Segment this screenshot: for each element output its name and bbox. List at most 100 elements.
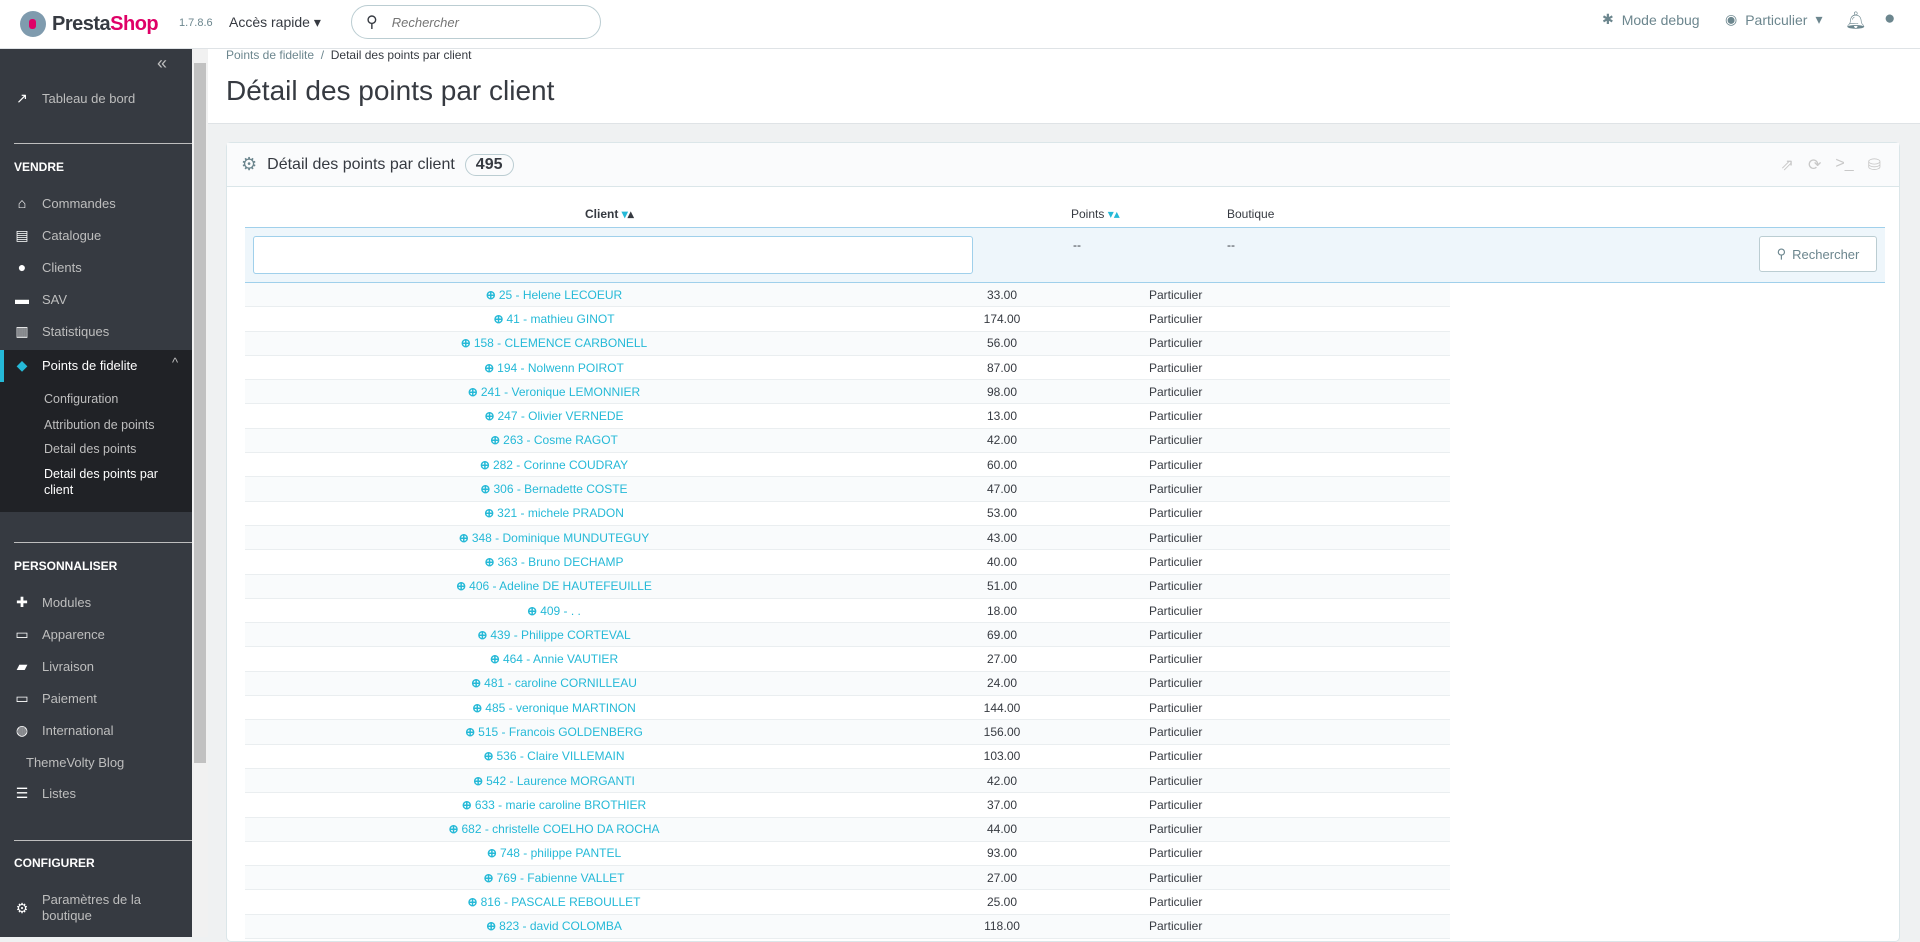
- client-cell[interactable]: ⊕ 769 - Fabienne VALLET: [245, 871, 863, 885]
- client-cell[interactable]: ⊕ 682 - christelle COELHO DA ROCHA: [245, 822, 863, 836]
- chevron-up-icon[interactable]: ^: [172, 355, 178, 370]
- sidebar-item-payment[interactable]: ▭ Paiement: [14, 688, 97, 708]
- client-link[interactable]: 241 - Veronique LEMONNIER: [481, 385, 640, 399]
- quick-access-dropdown[interactable]: Accès rapide ▾: [229, 14, 321, 31]
- sort-asc-icon[interactable]: ▴: [1114, 207, 1120, 221]
- client-cell[interactable]: ⊕ 363 - Bruno DECHAMP: [245, 555, 863, 569]
- sidebar-item-modules[interactable]: ✚ Modules: [14, 592, 91, 612]
- client-link[interactable]: 633 - marie caroline BROTHIER: [475, 798, 646, 812]
- client-link[interactable]: 464 - Annie VAUTIER: [503, 652, 618, 666]
- sidebar-item-shop-parameters[interactable]: ⚙ Paramètres de la boutique: [14, 891, 152, 925]
- client-cell[interactable]: ⊕ 515 - Francois GOLDENBERG: [245, 725, 863, 739]
- client-link[interactable]: 682 - christelle COELHO DA ROCHA: [462, 822, 660, 836]
- client-link[interactable]: 41 - mathieu GINOT: [507, 312, 615, 326]
- client-link[interactable]: 348 - Dominique MUNDUTEGUY: [472, 531, 649, 545]
- client-cell[interactable]: ⊕ 823 - david COLOMBA: [245, 919, 863, 933]
- sidebar-item-orders[interactable]: ⌂ Commandes: [14, 193, 116, 213]
- client-cell[interactable]: ⊕ 41 - mathieu GINOT: [245, 312, 863, 326]
- database-icon[interactable]: ⛁: [1868, 155, 1881, 175]
- client-cell[interactable]: ⊕ 194 - Nolwenn POIROT: [245, 361, 863, 375]
- client-cell[interactable]: ⊕ 282 - Corinne COUDRAY: [245, 458, 863, 472]
- sidebar-item-appearance[interactable]: ▭ Apparence: [14, 624, 105, 644]
- export-icon[interactable]: ⇗: [1781, 155, 1794, 175]
- client-link[interactable]: 748 - philippe PANTEL: [500, 846, 621, 860]
- client-cell[interactable]: ⊕ 816 - PASCALE REBOULLET: [245, 895, 863, 909]
- client-cell[interactable]: ⊕ 25 - Helene LECOEUR: [245, 288, 863, 302]
- submenu-detail-points-client[interactable]: Detail des points par client: [44, 466, 174, 498]
- sidebar-item-themevolty-blog[interactable]: ThemeVolty Blog: [26, 752, 124, 772]
- client-link[interactable]: 263 - Cosme RAGOT: [503, 433, 618, 447]
- client-filter-input[interactable]: [253, 236, 973, 274]
- client-link[interactable]: 306 - Bernadette COSTE: [493, 482, 627, 496]
- sidebar-item-customers[interactable]: ● Clients: [14, 257, 82, 277]
- sidebar-item-stats[interactable]: ▥ Statistiques: [14, 321, 109, 341]
- client-link[interactable]: 515 - Francois GOLDENBERG: [478, 725, 643, 739]
- client-cell[interactable]: ⊕ 241 - Veronique LEMONNIER: [245, 385, 863, 399]
- client-link[interactable]: 194 - Nolwenn POIROT: [497, 361, 624, 375]
- sidebar-item-international[interactable]: ◍ International: [14, 720, 114, 740]
- refresh-icon[interactable]: ⟳: [1808, 155, 1821, 175]
- client-cell[interactable]: ⊕ 406 - Adeline DE HAUTEFEUILLE: [245, 579, 863, 593]
- client-cell[interactable]: ⊕ 306 - Bernadette COSTE: [245, 482, 863, 496]
- prestashop-logo[interactable]: PrestaShop: [20, 11, 159, 37]
- client-link[interactable]: 25 - Helene LECOEUR: [499, 288, 622, 302]
- submenu-detail-points[interactable]: Detail des points: [44, 442, 136, 456]
- divider: [14, 542, 192, 543]
- sidebar-item-lists[interactable]: ☰ Listes: [14, 783, 76, 803]
- sidebar-scrollbar[interactable]: [192, 49, 208, 937]
- column-label: Client: [585, 207, 619, 221]
- search-button[interactable]: ⚲ Rechercher: [1759, 236, 1877, 272]
- client-link[interactable]: 542 - Laurence MORGANTI: [486, 774, 635, 788]
- client-cell[interactable]: ⊕ 321 - michele PRADON: [245, 506, 863, 520]
- client-cell[interactable]: ⊕ 158 - CLEMENCE CARBONELL: [245, 336, 863, 350]
- breadcrumb-parent[interactable]: Points de fidelite: [226, 48, 314, 62]
- client-link[interactable]: 282 - Corinne COUDRAY: [493, 458, 628, 472]
- client-cell[interactable]: ⊕ 247 - Olivier VERNEDE: [245, 409, 863, 423]
- client-cell[interactable]: ⊕ 485 - veronique MARTINON: [245, 701, 863, 715]
- submenu-configuration[interactable]: Configuration: [44, 392, 118, 406]
- submenu-attribution[interactable]: Attribution de points: [44, 418, 155, 432]
- client-link[interactable]: 439 - Philippe CORTEVAL: [490, 628, 630, 642]
- client-link[interactable]: 363 - Bruno DECHAMP: [498, 555, 624, 569]
- shop-selector[interactable]: ◉ Particulier ▾: [1725, 11, 1823, 28]
- sidebar-item-dashboard[interactable]: ↗ Tableau de bord: [14, 88, 135, 108]
- sidebar-item-catalog[interactable]: ▤ Catalogue: [14, 225, 101, 245]
- client-link[interactable]: 816 - PASCALE REBOULLET: [481, 895, 641, 909]
- account-button[interactable]: ●: [1884, 8, 1895, 30]
- client-link[interactable]: 536 - Claire VILLEMAIN: [497, 749, 625, 763]
- client-link[interactable]: 321 - michele PRADON: [497, 506, 624, 520]
- client-cell[interactable]: ⊕ 263 - Cosme RAGOT: [245, 433, 863, 447]
- client-link[interactable]: 406 - Adeline DE HAUTEFEUILLE: [469, 579, 652, 593]
- client-link[interactable]: 481 - caroline CORNILLEAU: [484, 676, 637, 690]
- debug-mode-link[interactable]: ✱ Mode debug: [1602, 11, 1700, 28]
- collapse-sidebar-icon[interactable]: «: [157, 53, 167, 74]
- client-link[interactable]: 247 - Olivier VERNEDE: [498, 409, 624, 423]
- table-body: ⊕ 25 - Helene LECOEUR 33.00 Particulier ⊕ 41 …: [245, 283, 1450, 940]
- points-cell: 103.00: [983, 749, 1021, 764]
- sort-asc-icon[interactable]: ▴: [628, 207, 634, 221]
- client-cell[interactable]: ⊕ 439 - Philippe CORTEVAL: [245, 628, 863, 642]
- scrollbar-thumb[interactable]: [194, 63, 206, 763]
- client-link[interactable]: 769 - Fabienne VALLET: [497, 871, 625, 885]
- client-cell[interactable]: ⊕ 481 - caroline CORNILLEAU: [245, 676, 863, 690]
- client-link[interactable]: 485 - veronique MARTINON: [485, 701, 636, 715]
- client-link[interactable]: 823 - david COLOMBA: [499, 919, 622, 933]
- notifications-button[interactable]: 🔔︎: [1845, 11, 1867, 31]
- sidebar-item-label: Apparence: [42, 626, 105, 642]
- client-cell[interactable]: ⊕ 542 - Laurence MORGANTI: [245, 774, 863, 788]
- terminal-icon[interactable]: >_: [1835, 155, 1853, 175]
- client-cell[interactable]: ⊕ 536 - Claire VILLEMAIN: [245, 749, 863, 763]
- client-cell[interactable]: ⊕ 348 - Dominique MUNDUTEGUY: [245, 531, 863, 545]
- search-box[interactable]: ⚲: [351, 5, 601, 39]
- client-cell[interactable]: ⊕ 748 - philippe PANTEL: [245, 846, 863, 860]
- search-input[interactable]: [391, 14, 572, 30]
- client-link[interactable]: 158 - CLEMENCE CARBONELL: [474, 336, 647, 350]
- client-cell[interactable]: ⊕ 464 - Annie VAUTIER: [245, 652, 863, 666]
- points-cell: 53.00: [986, 506, 1018, 521]
- sidebar-item-loyalty-points[interactable]: ◆ Points de fidelite: [14, 355, 138, 375]
- client-cell[interactable]: ⊕ 409 - . .: [245, 604, 863, 618]
- client-cell[interactable]: ⊕ 633 - marie caroline BROTHIER: [245, 798, 863, 812]
- sidebar-item-sav[interactable]: ▬ SAV: [14, 289, 67, 309]
- sidebar-item-shipping[interactable]: ▰ Livraison: [14, 656, 94, 676]
- client-link[interactable]: 409 - . .: [540, 604, 581, 618]
